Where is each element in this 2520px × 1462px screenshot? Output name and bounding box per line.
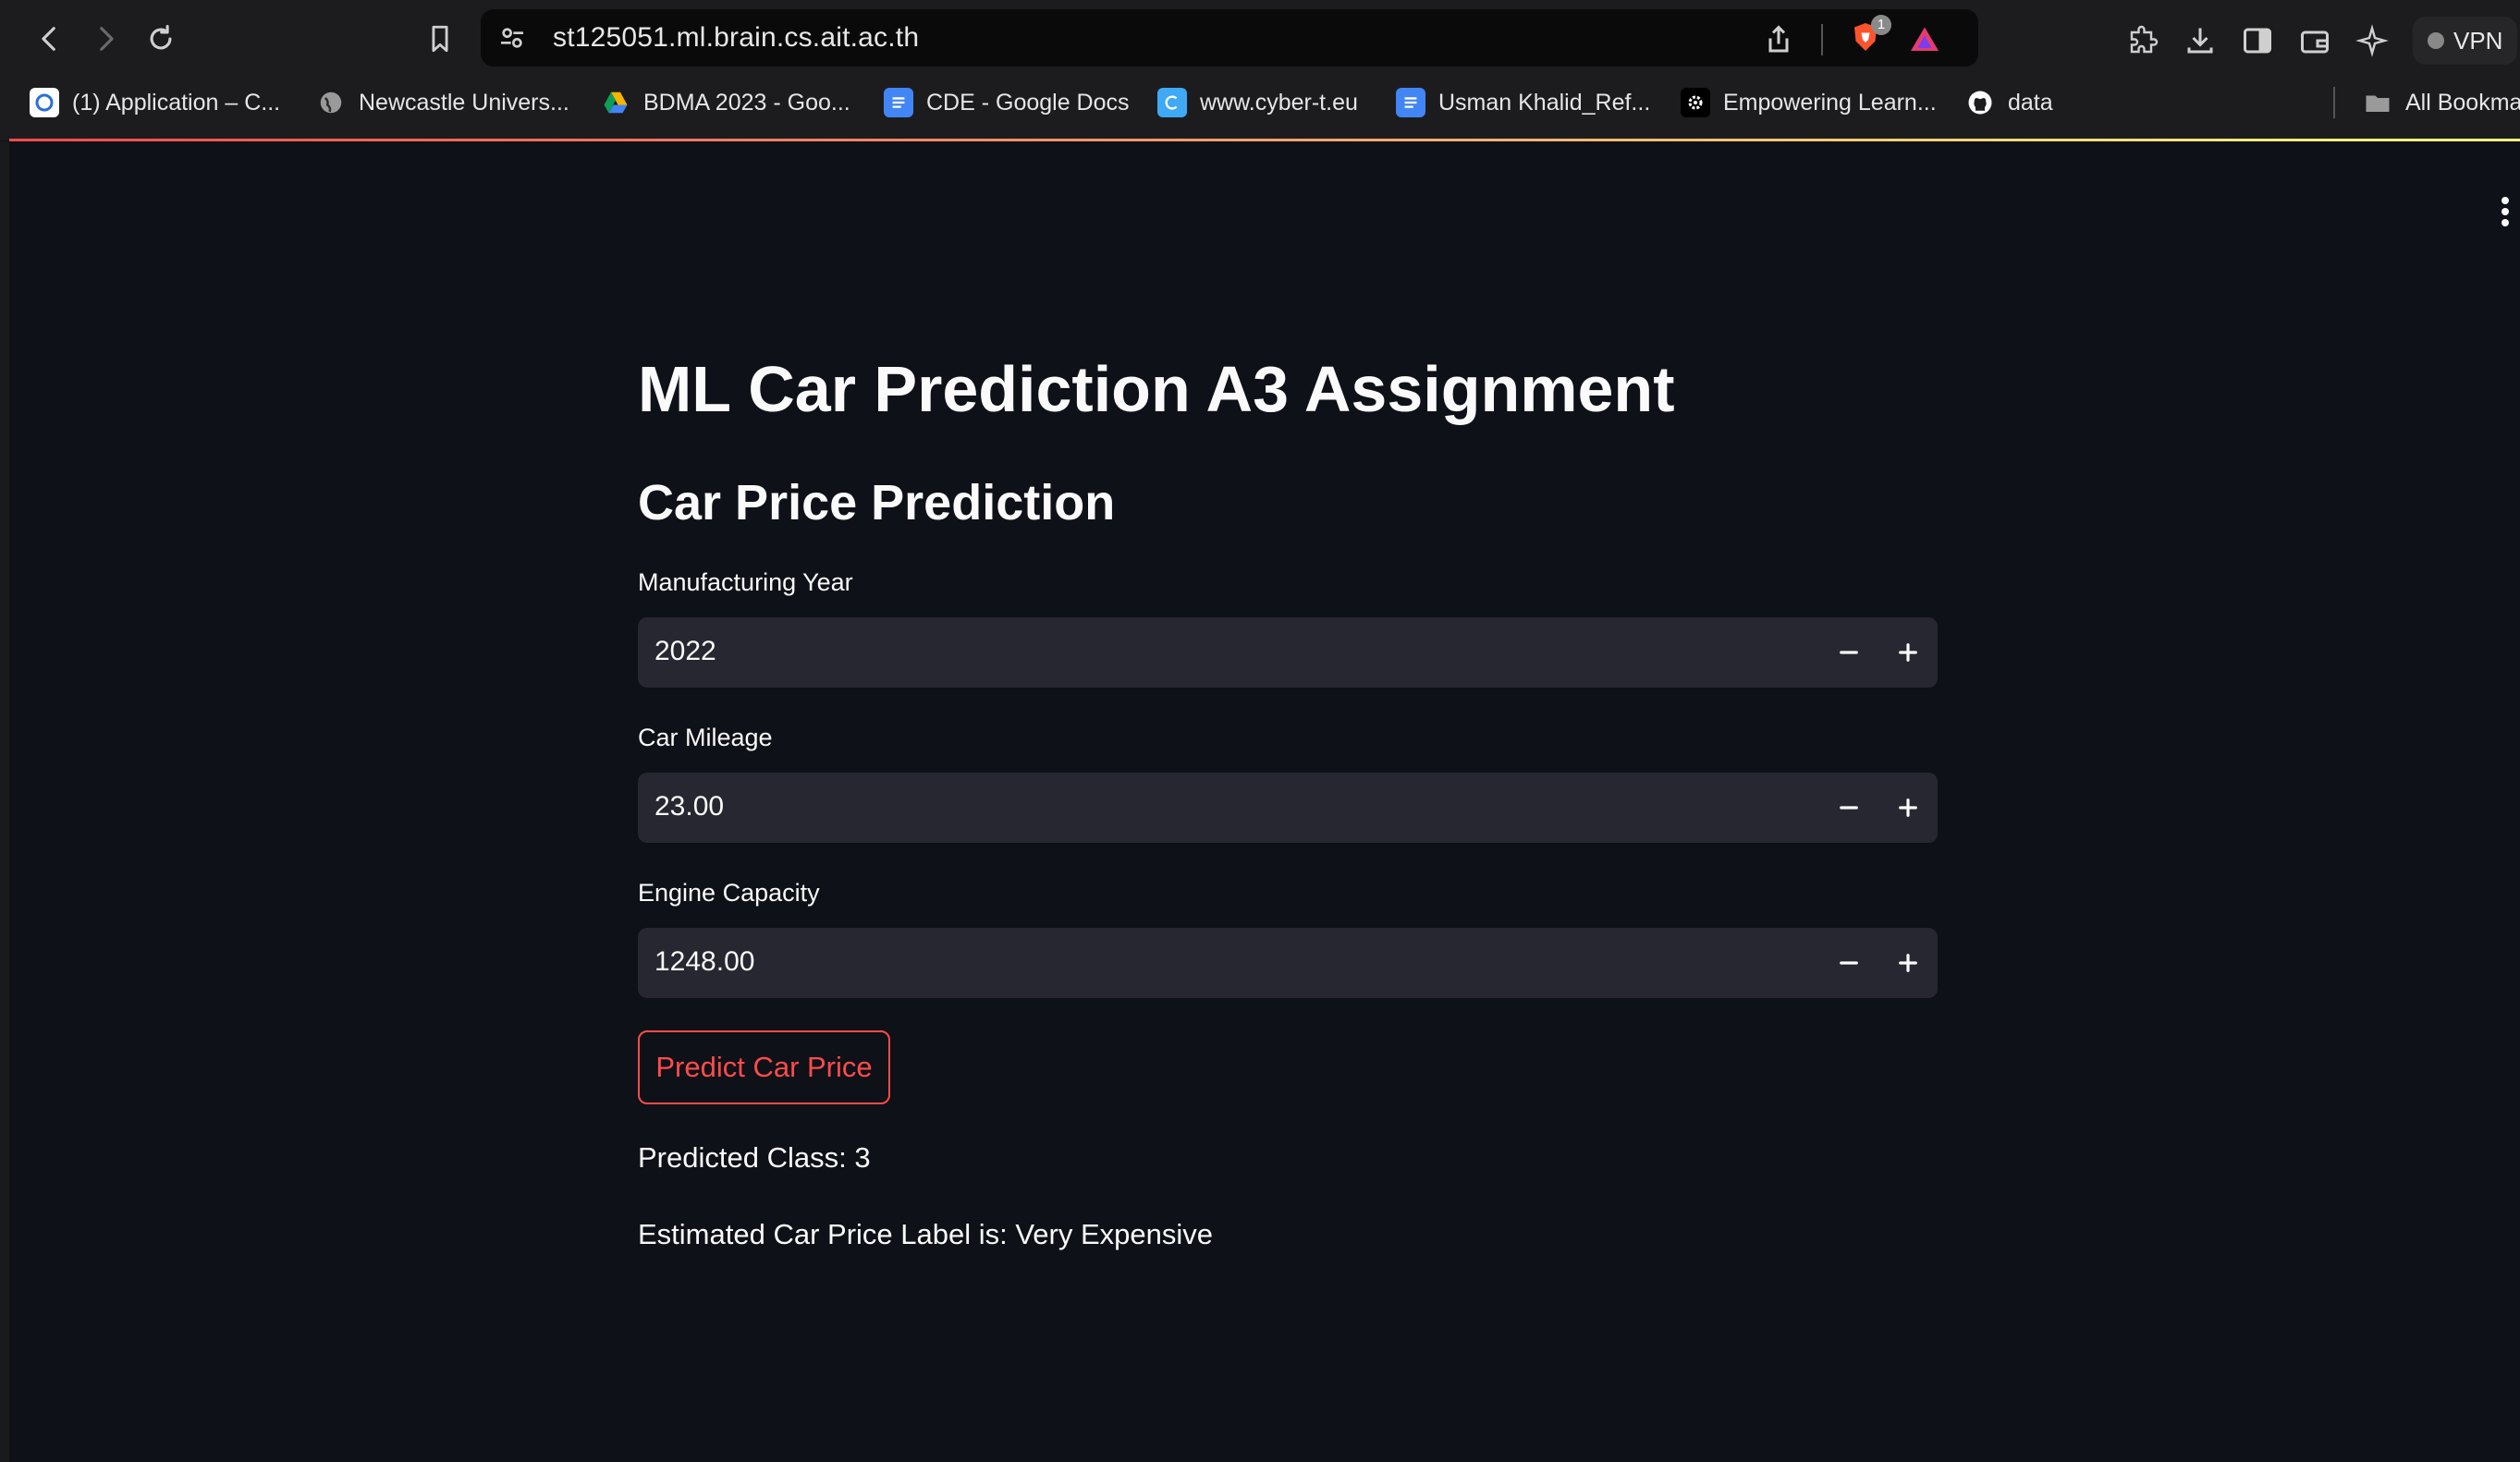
section-heading: Car Price Prediction [638, 475, 1116, 530]
input-value[interactable]: 2022 [654, 636, 716, 667]
bookmark-item[interactable]: Empowering Learn... [1681, 81, 1937, 124]
predict-car-price-button[interactable]: Predict Car Price [638, 1030, 890, 1104]
decrement-button[interactable] [1819, 928, 1878, 998]
folder-icon [2363, 88, 2392, 117]
bookmark-item[interactable]: BDMA 2023 - Goo... [601, 81, 850, 124]
app-icon [30, 88, 59, 117]
vpn-status-icon [2428, 32, 2444, 49]
minus-icon [1840, 806, 1858, 810]
kebab-dot-icon [2502, 197, 2509, 204]
url-bar-actions: 1 [1762, 15, 1941, 58]
bookmark-item[interactable]: CDE - Google Docs [884, 81, 1130, 124]
increment-button[interactable] [1878, 617, 1938, 688]
bookmark-item[interactable]: www.cyber-t.eu [1157, 81, 1358, 124]
bookmark-label: Empowering Learn... [1723, 89, 1937, 116]
bookmarks-bar: (1) Application – C... Newcastle Univers… [0, 81, 2520, 124]
car-mileage-input[interactable]: 23.00 [638, 773, 1938, 843]
share-icon[interactable] [1762, 23, 1795, 56]
bookmark-item[interactable]: data [1965, 81, 2053, 124]
bookmark-item[interactable]: Usman Khalid_Ref... [1396, 81, 1650, 124]
google-docs-icon [1396, 88, 1425, 117]
bookmark-label: All Bookma [2405, 89, 2520, 116]
bookmark-item[interactable]: (1) Application – C... [30, 81, 280, 124]
increment-button[interactable] [1878, 928, 1938, 998]
shield-count: 1 [1871, 15, 1891, 35]
google-drive-icon [601, 88, 630, 117]
decrement-button[interactable] [1819, 773, 1878, 843]
bookmark-label: BDMA 2023 - Goo... [643, 89, 850, 116]
extensions-icon[interactable] [2126, 24, 2159, 57]
url-text: st125051.ml.brain.cs.ait.ac.th [553, 22, 920, 53]
window-edge [0, 141, 9, 1462]
reload-button[interactable] [141, 18, 181, 59]
browser-chrome: st125051.ml.brain.cs.ait.ac.th 1 VPN (1)… [0, 0, 2520, 140]
minus-icon [1840, 651, 1858, 654]
reload-icon [150, 24, 172, 50]
github-icon [1965, 88, 1995, 117]
plus-icon [1899, 643, 1917, 662]
bookmark-item[interactable]: Newcastle Univers... [316, 81, 569, 124]
price-label-text: Estimated Car Price Label is: Very Expen… [638, 1218, 1213, 1250]
browser-actions: VPN [2126, 17, 2518, 65]
plus-icon [1899, 798, 1917, 817]
forward-button[interactable] [85, 18, 126, 59]
site-settings-icon[interactable] [497, 23, 527, 53]
browser-toolbar: st125051.ml.brain.cs.ait.ac.th 1 VPN [0, 0, 2520, 76]
back-button[interactable] [30, 18, 70, 59]
bookmark-label: CDE - Google Docs [926, 89, 1130, 116]
kebab-dot-icon [2502, 208, 2509, 215]
divider [1821, 23, 1823, 55]
engine-capacity-input[interactable]: 1248.00 [638, 928, 1938, 998]
vpn-button[interactable]: VPN [2413, 17, 2518, 65]
chevron-right-icon [100, 27, 114, 51]
all-bookmarks-button[interactable]: All Bookma [2363, 81, 2520, 124]
gear-icon [1681, 88, 1710, 117]
bookmark-label: (1) Application – C... [72, 89, 281, 116]
bookmark-label: Newcastle Univers... [359, 89, 569, 116]
car-mileage-label: Car Mileage [638, 724, 773, 751]
google-docs-icon [884, 88, 913, 117]
vpn-label: VPN [2453, 26, 2503, 55]
input-value[interactable]: 1248.00 [654, 946, 754, 978]
bookmark-label: Usman Khalid_Ref... [1438, 89, 1651, 116]
wallet-icon[interactable] [2298, 24, 2331, 57]
predicted-class-text: Predicted Class: 3 [638, 1141, 871, 1174]
minus-icon [1840, 961, 1858, 965]
bookmark-icon [432, 25, 448, 53]
main-menu-button[interactable] [2502, 193, 2520, 230]
app-content: ML Car Prediction A3 Assignment Car Pric… [0, 141, 2520, 1462]
divider [2333, 87, 2335, 118]
input-value[interactable]: 23.00 [654, 791, 724, 822]
bookmark-label: data [2008, 89, 2053, 116]
page-title: ML Car Prediction A3 Assignment [638, 353, 1675, 425]
brave-shields-button[interactable]: 1 [1849, 15, 1891, 58]
cyber-icon [1157, 88, 1187, 117]
download-icon[interactable] [2184, 24, 2217, 57]
increment-button[interactable] [1878, 773, 1938, 843]
decrement-button[interactable] [1819, 617, 1878, 688]
bookmark-button[interactable] [420, 18, 460, 59]
kebab-dot-icon [2502, 219, 2509, 226]
address-bar[interactable]: st125051.ml.brain.cs.ait.ac.th 1 [481, 9, 1978, 67]
globe-icon [316, 88, 346, 117]
engine-capacity-label: Engine Capacity [638, 879, 820, 907]
leo-ai-icon[interactable] [2355, 24, 2389, 57]
sidebar-icon[interactable] [2241, 24, 2274, 57]
brave-rewards-icon[interactable] [1908, 23, 1941, 56]
plus-icon [1899, 954, 1917, 972]
bookmark-label: www.cyber-t.eu [1200, 89, 1358, 116]
manufacturing-year-input[interactable]: 2022 [638, 617, 1938, 688]
manufacturing-year-label: Manufacturing Year [638, 568, 853, 596]
chevron-left-icon [42, 27, 55, 51]
